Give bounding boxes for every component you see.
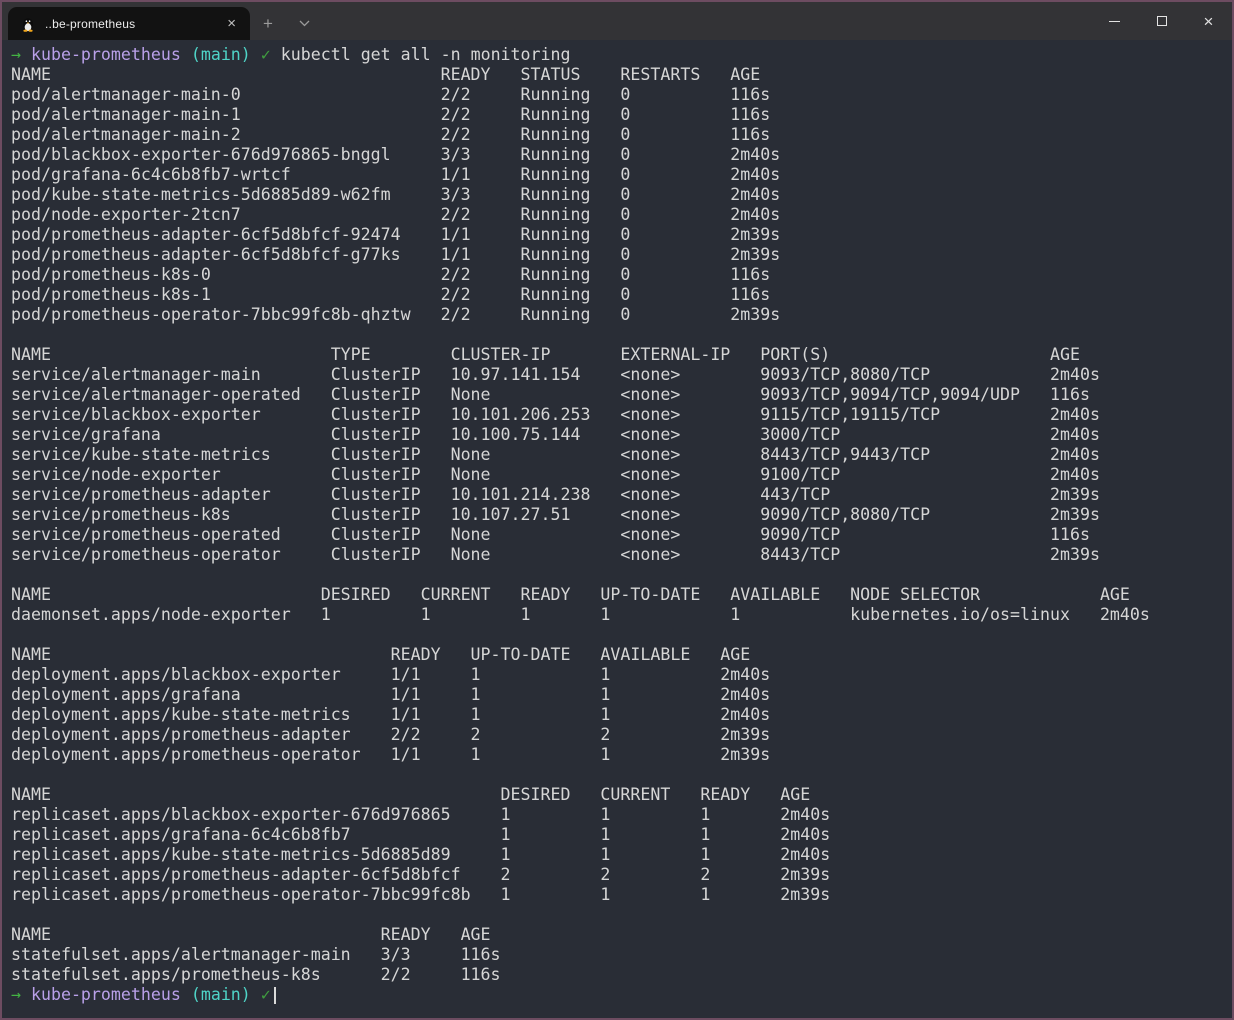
linux-tux-icon	[20, 16, 36, 32]
table-row-line: pod/prometheus-k8s-1 2/2 Running 0 116s	[11, 285, 1232, 305]
blank-line	[11, 565, 1232, 585]
table-row-line: daemonset.apps/node-exporter 1 1 1 1 1 k…	[11, 605, 1232, 625]
prompt-git-branch: (main)	[191, 985, 261, 1004]
table-row-line: replicaset.apps/blackbox-exporter-676d97…	[11, 805, 1232, 825]
maximize-icon	[1157, 16, 1167, 26]
table-header-line: NAME READY AGE	[11, 925, 1232, 945]
prompt-directory: kube-prometheus	[31, 45, 191, 64]
command-text: kubectl get all -n monitoring	[271, 45, 571, 64]
table-header-line: NAME READY UP-TO-DATE AVAILABLE AGE	[11, 645, 1232, 665]
table-row-line: deployment.apps/blackbox-exporter 1/1 1 …	[11, 665, 1232, 685]
table-row-line: service/prometheus-operator ClusterIP No…	[11, 545, 1232, 565]
close-button[interactable]: ×	[1185, 2, 1232, 40]
table-row-line: deployment.apps/prometheus-adapter 2/2 2…	[11, 725, 1232, 745]
table-row-line: pod/prometheus-operator-7bbc99fc8b-qhztw…	[11, 305, 1232, 325]
terminal-output: → kube-prometheus (main) ✓ kubectl get a…	[11, 45, 1232, 1005]
table-row-line: pod/prometheus-adapter-6cf5d8bfcf-92474 …	[11, 225, 1232, 245]
table-row-line: deployment.apps/prometheus-operator 1/1 …	[11, 745, 1232, 765]
table-row-line: service/node-exporter ClusterIP None <no…	[11, 465, 1232, 485]
tab-dropdown-button[interactable]	[286, 7, 322, 40]
blank-line	[11, 325, 1232, 345]
blank-line	[11, 905, 1232, 925]
table-row-line: service/prometheus-k8s ClusterIP 10.107.…	[11, 505, 1232, 525]
table-row-line: replicaset.apps/grafana-6c4c6b8fb7 1 1 1…	[11, 825, 1232, 845]
table-row-line: service/prometheus-operated ClusterIP No…	[11, 525, 1232, 545]
title-bar: ..be-prometheus × + ×	[2, 2, 1232, 40]
blank-line	[11, 765, 1232, 785]
prompt-directory: kube-prometheus	[31, 985, 191, 1004]
minimize-button[interactable]	[1091, 2, 1138, 40]
prompt-clean-check: ✓	[261, 985, 271, 1004]
maximize-button[interactable]	[1138, 2, 1185, 40]
table-row-line: pod/node-exporter-2tcn7 2/2 Running 0 2m…	[11, 205, 1232, 225]
prompt-arrow: →	[11, 45, 31, 64]
table-row-line: service/alertmanager-operated ClusterIP …	[11, 385, 1232, 405]
table-row-line: pod/prometheus-k8s-0 2/2 Running 0 116s	[11, 265, 1232, 285]
table-row-line: service/grafana ClusterIP 10.100.75.144 …	[11, 425, 1232, 445]
table-header-line: NAME TYPE CLUSTER-IP EXTERNAL-IP PORT(S)…	[11, 345, 1232, 365]
table-row-line: pod/grafana-6c4c6b8fb7-wrtcf 1/1 Running…	[11, 165, 1232, 185]
table-header-line: NAME DESIRED CURRENT READY UP-TO-DATE AV…	[11, 585, 1232, 605]
blank-line	[11, 625, 1232, 645]
table-row-line: pod/alertmanager-main-1 2/2 Running 0 11…	[11, 105, 1232, 125]
tab-title: ..be-prometheus	[45, 17, 216, 31]
table-row-line: statefulset.apps/alertmanager-main 3/3 1…	[11, 945, 1232, 965]
table-row-line: replicaset.apps/kube-state-metrics-5d688…	[11, 845, 1232, 865]
minimize-icon	[1109, 21, 1120, 22]
table-row-line: service/prometheus-adapter ClusterIP 10.…	[11, 485, 1232, 505]
prompt-line: → kube-prometheus (main) ✓	[11, 985, 1232, 1005]
table-row-line: replicaset.apps/prometheus-operator-7bbc…	[11, 885, 1232, 905]
close-icon: ×	[1204, 13, 1214, 30]
table-row-line: service/blackbox-exporter ClusterIP 10.1…	[11, 405, 1232, 425]
table-row-line: replicaset.apps/prometheus-adapter-6cf5d…	[11, 865, 1232, 885]
tab-close-icon[interactable]: ×	[225, 16, 238, 31]
titlebar-drag-area[interactable]	[322, 2, 1091, 40]
table-row-line: pod/prometheus-adapter-6cf5d8bfcf-g77ks …	[11, 245, 1232, 265]
prompt-git-branch: (main)	[191, 45, 261, 64]
table-header-line: NAME DESIRED CURRENT READY AGE	[11, 785, 1232, 805]
table-row-line: deployment.apps/kube-state-metrics 1/1 1…	[11, 705, 1232, 725]
terminal-tab[interactable]: ..be-prometheus ×	[8, 7, 250, 40]
table-row-line: deployment.apps/grafana 1/1 1 1 2m40s	[11, 685, 1232, 705]
prompt-clean-check: ✓	[261, 45, 271, 64]
window-controls: ×	[1091, 2, 1232, 40]
prompt-line: → kube-prometheus (main) ✓ kubectl get a…	[11, 45, 1232, 65]
table-row-line: service/kube-state-metrics ClusterIP Non…	[11, 445, 1232, 465]
terminal-content[interactable]: → kube-prometheus (main) ✓ kubectl get a…	[2, 40, 1232, 1018]
table-row-line: service/alertmanager-main ClusterIP 10.9…	[11, 365, 1232, 385]
new-tab-button[interactable]: +	[250, 7, 286, 40]
table-header-line: NAME READY STATUS RESTARTS AGE	[11, 65, 1232, 85]
table-row-line: pod/blackbox-exporter-676d976865-bnggl 3…	[11, 145, 1232, 165]
terminal-window: ..be-prometheus × + × → kube-prometheus …	[0, 0, 1234, 1020]
table-row-line: pod/kube-state-metrics-5d6885d89-w62fm 3…	[11, 185, 1232, 205]
table-row-line: pod/alertmanager-main-0 2/2 Running 0 11…	[11, 85, 1232, 105]
table-row-line: pod/alertmanager-main-2 2/2 Running 0 11…	[11, 125, 1232, 145]
chevron-down-icon	[299, 20, 310, 27]
text-cursor	[274, 987, 276, 1004]
table-row-line: statefulset.apps/prometheus-k8s 2/2 116s	[11, 965, 1232, 985]
prompt-arrow: →	[11, 985, 31, 1004]
